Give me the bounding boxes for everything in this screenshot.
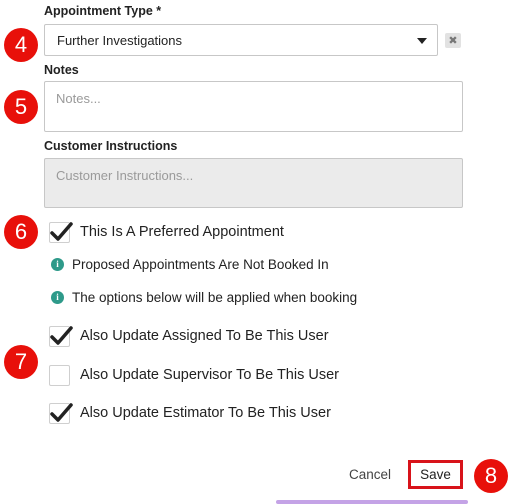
step-badge-6: 6 [4, 215, 38, 249]
chevron-down-icon [417, 38, 427, 44]
option-update-assigned[interactable]: Also Update Assigned To Be This User [49, 325, 329, 347]
appointment-type-select[interactable]: Further Investigations [44, 24, 438, 56]
checkmark-icon [50, 325, 73, 345]
notes-label: Notes [44, 63, 79, 77]
info-icon: i [51, 257, 64, 271]
info-row-options: i The options below will be applied when… [51, 288, 357, 306]
customer-instructions-field [44, 158, 463, 208]
notes-field[interactable] [44, 81, 463, 132]
checkmark-icon [50, 402, 73, 422]
appointment-type-label: Appointment Type * [44, 4, 162, 18]
info-row-proposed: i Proposed Appointments Are Not Booked I… [51, 255, 329, 273]
close-icon: ✖ [448, 35, 458, 47]
step-badge-4: 4 [4, 28, 38, 62]
update-supervisor-checkbox[interactable] [49, 364, 70, 386]
bottom-accent-bar [276, 500, 468, 504]
option-update-estimator[interactable]: Also Update Estimator To Be This User [49, 402, 331, 424]
checkmark-icon [50, 221, 73, 241]
update-estimator-label: Also Update Estimator To Be This User [80, 405, 331, 421]
preferred-appointment-checkbox[interactable] [49, 221, 73, 243]
update-assigned-checkbox[interactable] [49, 325, 73, 347]
update-estimator-checkbox[interactable] [49, 402, 73, 424]
step-badge-5: 5 [4, 90, 38, 124]
info-icon: i [51, 290, 64, 304]
preferred-appointment-label: This Is A Preferred Appointment [80, 224, 284, 240]
preferred-appointment-row[interactable]: This Is A Preferred Appointment [49, 221, 284, 243]
customer-instructions-label: Customer Instructions [44, 139, 178, 153]
save-button[interactable]: Save [408, 460, 463, 489]
info-text: The options below will be applied when b… [72, 289, 358, 305]
info-text: Proposed Appointments Are Not Booked In [72, 256, 329, 272]
update-assigned-label: Also Update Assigned To Be This User [80, 328, 329, 344]
clear-selection-button[interactable]: ✖ [445, 33, 461, 48]
update-supervisor-label: Also Update Supervisor To Be This User [80, 367, 339, 383]
step-badge-7: 7 [4, 345, 38, 379]
option-update-supervisor[interactable]: Also Update Supervisor To Be This User [49, 364, 339, 386]
step-badge-8: 8 [474, 459, 508, 493]
cancel-button[interactable]: Cancel [349, 467, 391, 482]
appointment-type-value: Further Investigations [57, 33, 183, 48]
